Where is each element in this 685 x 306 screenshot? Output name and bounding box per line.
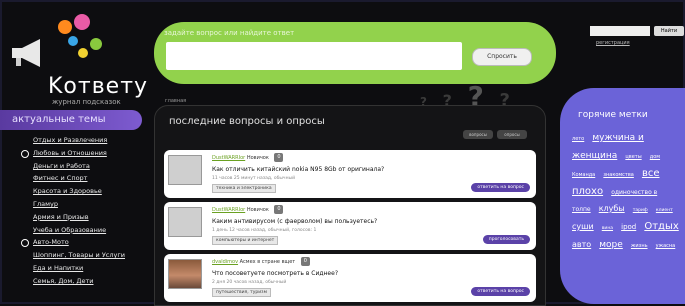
category-tag[interactable]: компьютеры и интернет bbox=[212, 236, 279, 245]
tag-cloud: лето мужчина и женщина цветы дом Команда… bbox=[572, 128, 684, 253]
user-level: Новичок bbox=[246, 207, 269, 213]
question-link[interactable]: Как отличить китайский nokia N95 8Gb от … bbox=[212, 166, 384, 173]
avatar[interactable] bbox=[168, 259, 202, 289]
score-badge: 0 bbox=[274, 205, 284, 214]
username-link[interactable]: dvaldimov bbox=[212, 259, 238, 265]
tag-link[interactable]: вина bbox=[602, 226, 613, 231]
tag-link[interactable]: суши bbox=[572, 222, 594, 231]
sidebar-item[interactable]: Любовь и Отношения bbox=[0, 147, 150, 160]
tag-link[interactable]: ipod bbox=[621, 223, 636, 231]
username-link[interactable]: DustWARRIor bbox=[212, 155, 245, 161]
score-badge: 0 bbox=[300, 257, 310, 266]
username-link[interactable]: DustWARRIor bbox=[212, 207, 245, 213]
sidebar-item[interactable]: Отдых и Развлечения bbox=[0, 134, 150, 147]
avatar[interactable] bbox=[168, 155, 202, 185]
post-meta: DustWARRIor Новичок 0 bbox=[212, 205, 284, 214]
sidebar-item[interactable]: Деньги и Работа bbox=[0, 160, 150, 173]
bubble-icon bbox=[74, 14, 90, 30]
user-level: Новичок bbox=[246, 155, 269, 161]
search-input[interactable] bbox=[166, 42, 462, 70]
bubble-icon bbox=[68, 36, 78, 46]
avatar[interactable] bbox=[168, 207, 202, 237]
sidebar-item[interactable]: Учеба и Образование bbox=[0, 224, 150, 237]
tag-link[interactable]: мужчина и bbox=[592, 133, 644, 143]
post-meta: DustWARRIor Новичок 0 bbox=[212, 153, 284, 162]
sidebar-item[interactable]: Еда и Напитки bbox=[0, 262, 150, 275]
login-input[interactable] bbox=[590, 26, 650, 36]
post-info: 11 часов 25 минут назад, обычный bbox=[212, 176, 295, 181]
tag-link[interactable]: Команда bbox=[572, 172, 595, 178]
tag-link[interactable]: дом bbox=[650, 154, 660, 160]
tag-link[interactable]: ужасна bbox=[656, 243, 676, 249]
score-badge: 0 bbox=[274, 153, 284, 162]
bubble-icon bbox=[90, 38, 102, 50]
tag-link[interactable]: море bbox=[599, 240, 623, 250]
megaphone-icon bbox=[12, 39, 40, 67]
answer-button[interactable]: ответить на вопрос bbox=[471, 183, 530, 192]
question-card: DustWARRIor Новичок 0 Как отличить китай… bbox=[164, 150, 536, 198]
question-link[interactable]: Что посоветуете посмотреть в Сиднее? bbox=[212, 270, 338, 277]
user-level: Асмех в стране вщет bbox=[239, 259, 296, 265]
sidebar-item[interactable]: Гламур bbox=[0, 198, 150, 211]
category-tag[interactable]: техника и электроника bbox=[212, 184, 276, 193]
sidebar-item[interactable]: Авто-Мото bbox=[0, 236, 150, 249]
logo[interactable]: Kответу журнал подсказок bbox=[8, 14, 148, 106]
breadcrumb[interactable]: главная bbox=[165, 98, 186, 104]
tag-link[interactable]: все bbox=[642, 168, 660, 179]
find-button[interactable]: Найти bbox=[654, 26, 684, 36]
post-info: 1 день 12 часов назад, обычный, голосов:… bbox=[212, 228, 317, 233]
search-box: задайте вопрос или найдите ответ Спросит… bbox=[154, 22, 556, 84]
sidebar-list: Отдых и Развлечения Любовь и Отношения Д… bbox=[0, 134, 150, 288]
bubble-icon bbox=[78, 48, 88, 58]
tag-link[interactable]: цветы bbox=[625, 154, 641, 160]
tag-link[interactable]: знакомства bbox=[603, 172, 634, 178]
answer-button[interactable]: ответить на вопрос bbox=[471, 287, 530, 296]
tag-link[interactable]: одиночество в bbox=[611, 189, 657, 196]
tab-questions[interactable]: вопросы bbox=[463, 130, 493, 139]
tag-link[interactable]: тариф bbox=[633, 208, 648, 213]
post-meta: dvaldimov Асмех в стране вщет 0 bbox=[212, 257, 310, 266]
search-hint: задайте вопрос или найдите ответ bbox=[164, 29, 295, 37]
tag-cloud-title: горячие метки bbox=[578, 110, 648, 120]
sidebar-item[interactable]: Фитнес и Спорт bbox=[0, 172, 150, 185]
questions-panel: последние вопросы и опросы вопросы опрос… bbox=[154, 105, 546, 306]
brand-tagline: журнал подсказок bbox=[52, 98, 121, 106]
question-card: DustWARRIor Новичок 0 Каким антивирусом … bbox=[164, 202, 536, 250]
question-link[interactable]: Каким антивирусом (с фаерволом) вы польз… bbox=[212, 218, 377, 225]
question-card: dvaldimov Асмех в стране вщет 0 Что посо… bbox=[164, 254, 536, 302]
post-info: 2 дня 20 часов назад, обычный bbox=[212, 280, 287, 285]
tag-link[interactable]: жизнь bbox=[631, 243, 648, 249]
vote-button[interactable]: проголосовать bbox=[482, 235, 530, 244]
ask-button[interactable]: Спросить bbox=[472, 48, 532, 66]
tag-link[interactable]: клиент bbox=[656, 208, 673, 213]
tag-link[interactable]: клубы bbox=[599, 204, 625, 213]
tab-polls[interactable]: опросы bbox=[497, 130, 527, 139]
category-tag[interactable]: путешествия, туризм bbox=[212, 288, 271, 297]
sidebar-item[interactable]: Семья, Дом, Дети bbox=[0, 275, 150, 288]
sidebar-item[interactable]: Шоппинг, Товары и Услуги bbox=[0, 249, 150, 262]
tag-link[interactable]: авто bbox=[572, 240, 591, 249]
tag-link[interactable]: Отдых bbox=[644, 221, 678, 232]
panel-title: последние вопросы и опросы bbox=[169, 116, 325, 127]
bubble-icon bbox=[58, 20, 72, 34]
sidebar-item[interactable]: Армия и Призыв bbox=[0, 211, 150, 224]
tag-cloud-panel: горячие метки лето мужчина и женщина цве… bbox=[560, 88, 685, 304]
register-link[interactable]: регистрация bbox=[596, 40, 630, 46]
tag-link[interactable]: плохо bbox=[572, 186, 603, 197]
sidebar-title: актуальные темы bbox=[0, 110, 142, 130]
tag-link[interactable]: толпе bbox=[572, 206, 591, 213]
tag-link[interactable]: лето bbox=[572, 136, 584, 142]
sidebar-item[interactable]: Красота и Здоровье bbox=[0, 185, 150, 198]
tag-link[interactable]: женщина bbox=[572, 151, 617, 161]
brand-name: Kответу bbox=[48, 74, 149, 99]
